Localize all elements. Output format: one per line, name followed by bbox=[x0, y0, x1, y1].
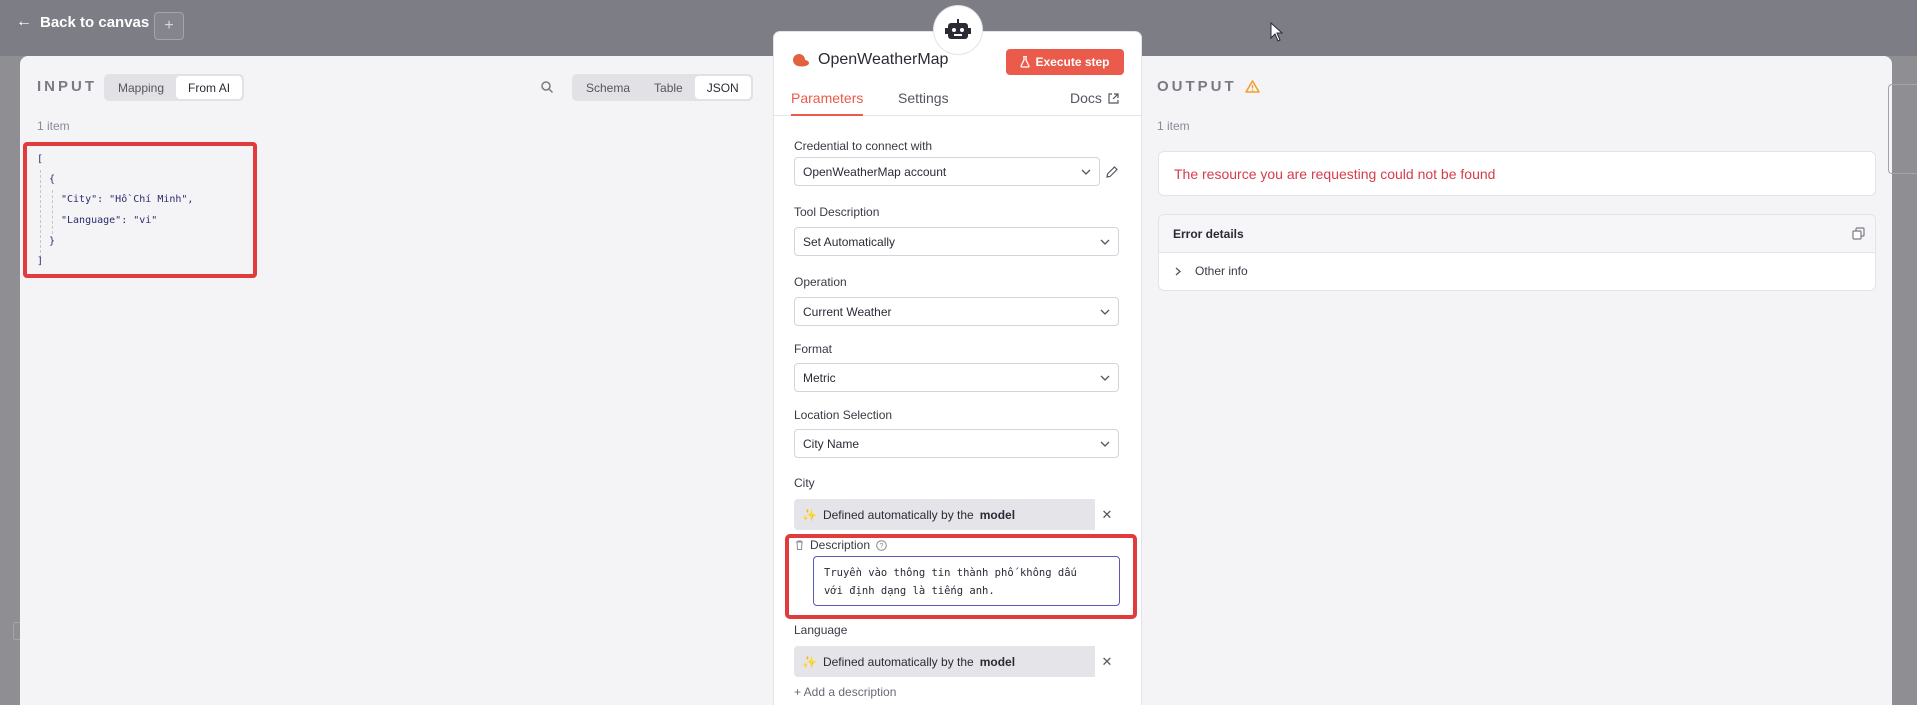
error-details-card: Error details Other info bbox=[1158, 214, 1876, 291]
chevron-down-icon bbox=[1100, 375, 1110, 381]
output-panel-title: OUTPUT bbox=[1157, 78, 1260, 95]
json-line: { bbox=[49, 174, 56, 185]
city-ai-model: model bbox=[979, 507, 1016, 522]
error-message: The resource you are requesting could no… bbox=[1174, 165, 1496, 182]
credential-select[interactable]: OpenWeatherMap account bbox=[794, 157, 1100, 186]
mouse-cursor-icon bbox=[1270, 22, 1284, 42]
mode-from-ai-option[interactable]: From AI bbox=[176, 76, 243, 99]
format-select[interactable]: Metric bbox=[794, 363, 1119, 392]
mode-mapping-option[interactable]: Mapping bbox=[106, 76, 176, 99]
copy-icon[interactable] bbox=[1852, 227, 1865, 240]
flask-icon bbox=[1020, 56, 1031, 68]
add-node-button[interactable]: + bbox=[154, 12, 184, 40]
close-icon[interactable]: ✕ bbox=[1095, 646, 1119, 677]
error-message-card: The resource you are requesting could no… bbox=[1158, 151, 1876, 196]
back-arrow-icon: ← bbox=[16, 13, 32, 30]
back-to-canvas-link[interactable]: ← Back to canvas bbox=[16, 10, 149, 34]
back-to-canvas-label: Back to canvas bbox=[40, 13, 150, 31]
json-indent-guide bbox=[40, 170, 41, 258]
robot-icon bbox=[945, 19, 971, 39]
other-info-row[interactable]: Other info bbox=[1175, 264, 1248, 278]
sparkle-icon: ✨ bbox=[802, 507, 817, 522]
tool-description-label: Tool Description bbox=[794, 205, 880, 219]
description-textarea[interactable]: Truyền vào thông tin thành phố không dấu… bbox=[813, 556, 1120, 606]
json-line: ] bbox=[37, 256, 44, 267]
json-line[interactable]: "City": "Hồ Chí Minh", bbox=[61, 194, 193, 205]
operation-label: Operation bbox=[794, 275, 847, 289]
language-label: Language bbox=[794, 623, 848, 637]
view-table-tab[interactable]: Table bbox=[642, 76, 695, 99]
location-selection-label: Location Selection bbox=[794, 408, 893, 422]
docs-label: Docs bbox=[1070, 90, 1102, 106]
tab-parameters[interactable]: Parameters bbox=[791, 90, 864, 116]
format-value: Metric bbox=[803, 370, 836, 385]
operation-select[interactable]: Current Weather bbox=[794, 297, 1119, 326]
credential-label: Credential to connect with bbox=[794, 139, 933, 153]
add-description-link[interactable]: + Add a description bbox=[794, 685, 896, 699]
language-ai-text: Defined automatically by the bbox=[822, 654, 974, 669]
json-indent-guide bbox=[52, 190, 53, 234]
view-schema-tab[interactable]: Schema bbox=[574, 76, 642, 99]
output-item-count: 1 item bbox=[1157, 119, 1190, 133]
json-line: [ bbox=[37, 154, 44, 165]
input-view-switcher: Schema Table JSON bbox=[572, 74, 753, 101]
execute-step-button[interactable]: Execute step bbox=[1006, 49, 1124, 75]
chevron-down-icon bbox=[1100, 309, 1110, 315]
cloud-icon bbox=[793, 54, 809, 67]
language-ai-model: model bbox=[979, 654, 1016, 669]
chevron-down-icon bbox=[1100, 239, 1110, 245]
help-icon[interactable]: ? bbox=[876, 539, 887, 551]
node-title-text[interactable]: OpenWeatherMap bbox=[818, 51, 948, 69]
trash-icon[interactable] bbox=[795, 540, 804, 550]
input-panel-title: INPUT bbox=[37, 78, 97, 95]
search-icon[interactable] bbox=[540, 80, 554, 94]
pencil-icon[interactable] bbox=[1105, 165, 1119, 179]
json-line[interactable]: "Language": "vi" bbox=[61, 215, 157, 226]
output-title-text: OUTPUT bbox=[1157, 78, 1237, 95]
view-json-tab[interactable]: JSON bbox=[694, 76, 751, 99]
execute-step-label: Execute step bbox=[1035, 55, 1110, 69]
language-ai-field[interactable]: ✨ Defined automatically by the model ✕ bbox=[794, 646, 1119, 677]
location-selection-value: City Name bbox=[803, 436, 860, 451]
external-link-icon bbox=[1108, 92, 1119, 104]
input-item-count: 1 item bbox=[37, 119, 70, 133]
chevron-right-icon bbox=[1175, 267, 1181, 275]
tab-settings[interactable]: Settings bbox=[898, 90, 949, 116]
location-selection-select[interactable]: City Name bbox=[794, 429, 1119, 458]
input-json-view bbox=[23, 142, 257, 278]
description-label-row: Description ? bbox=[795, 538, 887, 552]
background-node-edge bbox=[1888, 84, 1917, 174]
warning-icon bbox=[1244, 80, 1260, 93]
close-icon[interactable]: ✕ bbox=[1095, 499, 1119, 530]
other-info-label: Other info bbox=[1195, 264, 1248, 278]
json-line: } bbox=[49, 236, 56, 247]
docs-link[interactable]: Docs bbox=[1070, 90, 1119, 106]
error-details-header: Error details bbox=[1159, 215, 1875, 253]
format-label: Format bbox=[794, 342, 833, 356]
input-mode-toggle: Mapping From AI bbox=[104, 74, 245, 101]
svg-text:?: ? bbox=[880, 543, 884, 550]
operation-value: Current Weather bbox=[803, 304, 892, 319]
chevron-down-icon bbox=[1100, 441, 1110, 447]
description-label: Description bbox=[810, 538, 871, 552]
tool-description-select[interactable]: Set Automatically bbox=[794, 227, 1119, 256]
error-details-label: Error details bbox=[1173, 226, 1244, 241]
node-title: OpenWeatherMap bbox=[792, 51, 948, 69]
sparkle-icon: ✨ bbox=[802, 654, 817, 669]
city-label: City bbox=[794, 476, 815, 490]
node-type-badge bbox=[934, 6, 982, 54]
city-ai-text: Defined automatically by the bbox=[822, 507, 974, 522]
tool-description-value: Set Automatically bbox=[803, 234, 896, 249]
city-ai-field[interactable]: ✨ Defined automatically by the model ✕ bbox=[794, 499, 1119, 530]
credential-value: OpenWeatherMap account bbox=[803, 164, 947, 179]
chevron-down-icon bbox=[1081, 169, 1091, 175]
